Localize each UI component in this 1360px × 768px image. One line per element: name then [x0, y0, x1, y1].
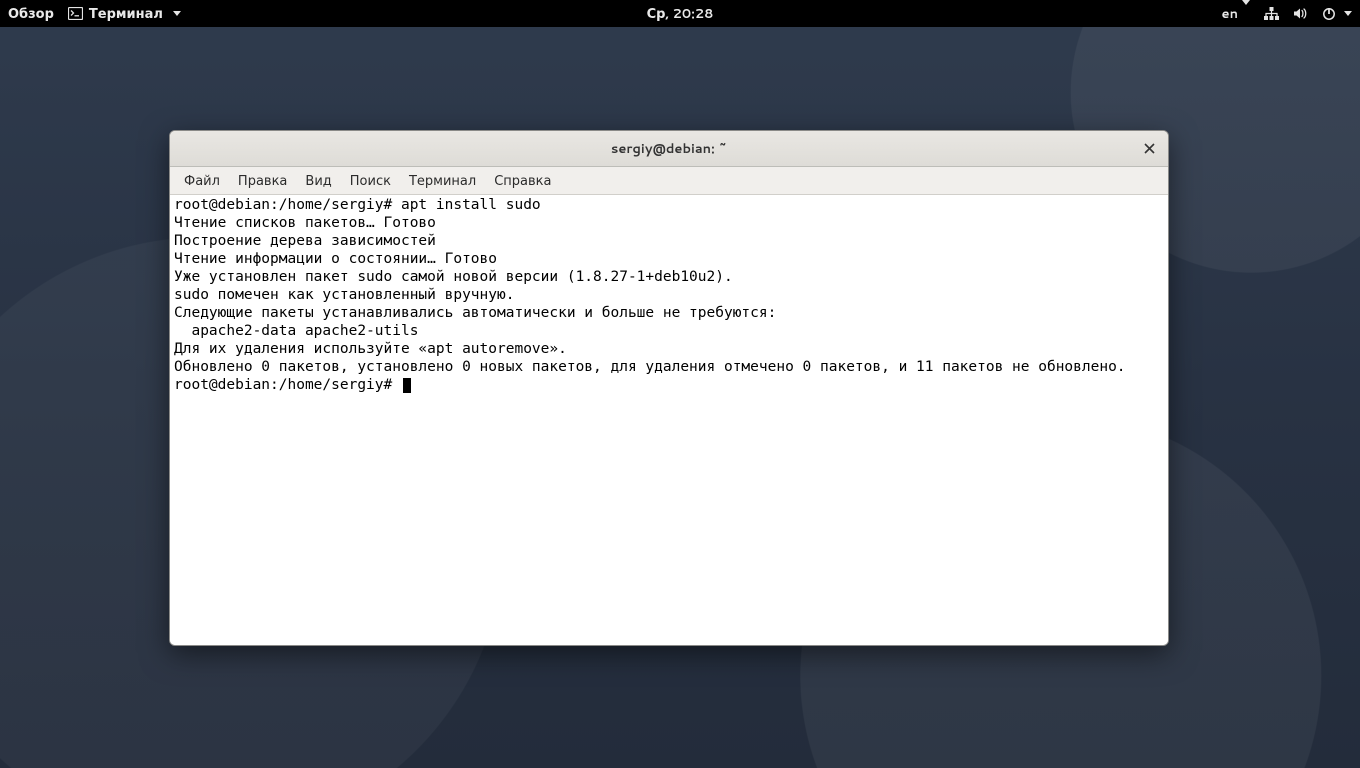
chevron-down-icon — [1242, 0, 1250, 23]
system-menu[interactable] — [1322, 7, 1352, 21]
terminal-prompt: root@debian:/home/sergiy# — [174, 377, 401, 393]
network-icon[interactable] — [1264, 7, 1279, 20]
chevron-down-icon — [173, 11, 181, 16]
power-icon — [1322, 7, 1336, 21]
window-titlebar[interactable]: sergiy@debian: ~ — [170, 131, 1168, 167]
terminal-output: root@debian:/home/sergiy# apt install su… — [174, 197, 1126, 375]
app-menu[interactable]: Терминал — [68, 5, 181, 23]
chevron-down-icon — [1344, 11, 1352, 16]
terminal-window: sergiy@debian: ~ Файл Правка Вид Поиск Т… — [169, 130, 1169, 646]
keyboard-layout-indicator[interactable]: en — [1222, 5, 1250, 23]
cursor — [403, 378, 411, 393]
menu-edit[interactable]: Правка — [230, 169, 295, 193]
window-title: sergiy@debian: ~ — [611, 140, 727, 158]
clock[interactable]: Ср, 20:28 — [647, 5, 714, 23]
menu-terminal[interactable]: Терминал — [401, 169, 484, 193]
activities-button[interactable]: Обзор — [8, 5, 54, 23]
terminal-icon — [68, 7, 83, 20]
menu-view[interactable]: Вид — [297, 169, 339, 193]
menubar: Файл Правка Вид Поиск Терминал Справка — [170, 167, 1168, 195]
menu-help[interactable]: Справка — [486, 169, 559, 193]
menu-search[interactable]: Поиск — [342, 169, 399, 193]
gnome-topbar: Обзор Терминал Ср, 20:28 en — [0, 0, 1360, 27]
close-button[interactable] — [1138, 138, 1160, 160]
terminal-viewport[interactable]: root@debian:/home/sergiy# apt install su… — [170, 195, 1168, 645]
close-icon — [1144, 138, 1155, 159]
keyboard-layout-label: en — [1222, 5, 1238, 23]
menu-file[interactable]: Файл — [176, 169, 228, 193]
app-menu-label: Терминал — [89, 5, 163, 23]
volume-icon[interactable] — [1293, 7, 1308, 20]
